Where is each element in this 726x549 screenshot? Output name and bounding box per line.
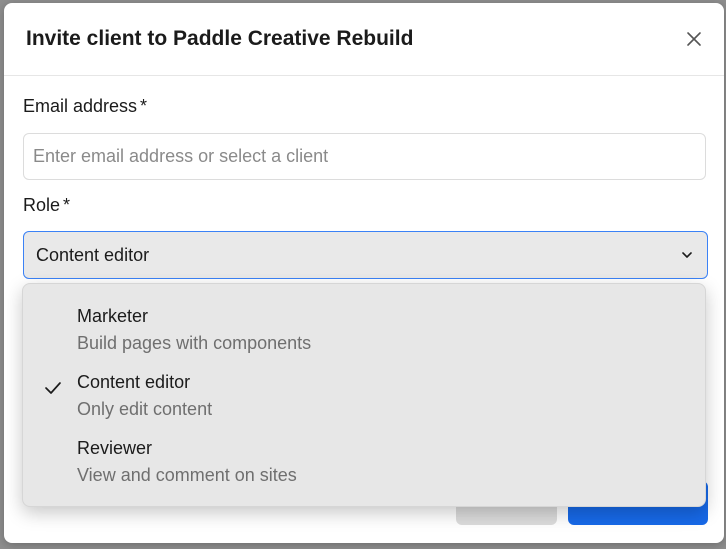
option-description: Only edit content	[77, 399, 213, 419]
email-input[interactable]	[23, 133, 706, 180]
option-description: Build pages with components	[77, 333, 312, 353]
email-required-mark: *	[140, 96, 148, 116]
close-button[interactable]	[680, 25, 708, 53]
role-required-mark: *	[63, 195, 71, 215]
option-title: Marketer	[77, 306, 149, 326]
option-description: View and comment on sites	[77, 465, 297, 485]
role-select[interactable]: Content editor	[23, 231, 708, 279]
option-title: Reviewer	[77, 438, 153, 458]
option-title: Content editor	[77, 372, 191, 392]
check-icon	[45, 382, 61, 394]
role-label: Role *	[23, 195, 70, 216]
close-icon	[687, 32, 701, 46]
role-option-content-editor[interactable]: Content editor Only edit content	[23, 372, 705, 434]
role-select-value: Content editor	[36, 244, 150, 265]
role-option-reviewer[interactable]: Reviewer View and comment on sites	[23, 438, 705, 500]
email-label: Email address *	[23, 96, 147, 117]
dialog-header: Invite client to Paddle Creative Rebuild	[4, 3, 724, 76]
dialog-title: Invite client to Paddle Creative Rebuild	[26, 27, 414, 50]
role-dropdown-menu: Marketer Build pages with components Con…	[22, 283, 706, 507]
chevron-down-icon	[682, 252, 692, 258]
role-label-text: Role	[23, 195, 61, 215]
role-option-marketer[interactable]: Marketer Build pages with components	[23, 306, 705, 368]
email-label-text: Email address	[23, 96, 138, 116]
